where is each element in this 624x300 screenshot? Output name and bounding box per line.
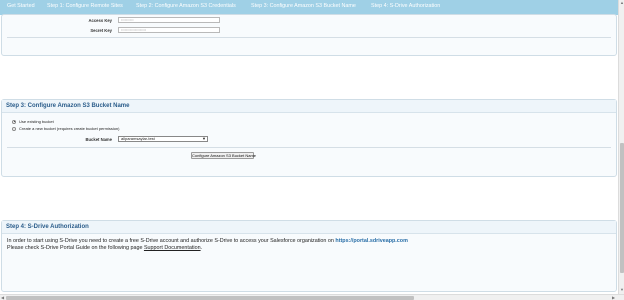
auth-instructions-line2: Please check S-Drive Portal Guide on the… <box>7 245 202 251</box>
step3-panel: Step 3: Configure Amazon S3 Bucket Name … <box>1 99 617 177</box>
use-existing-bucket-label: Use existing bucket <box>19 119 54 124</box>
secret-key-input[interactable]: •••••••••••••••••••• <box>118 27 220 33</box>
bucket-name-label: Bucket Name <box>85 137 112 142</box>
bucket-name-value: allparamsaylar-test <box>121 136 155 141</box>
scroll-up-icon[interactable]: ▲ <box>620 1 624 5</box>
create-new-bucket-label: Create a new bucket (requires create buc… <box>19 126 120 131</box>
scroll-down-icon[interactable]: ▼ <box>620 288 624 292</box>
horizontal-scrollbar[interactable]: ◀ ▶ <box>0 294 624 300</box>
step2-panel: Access Key •••••••••• Secret Key •••••••… <box>1 14 617 56</box>
scroll-left-icon[interactable]: ◀ <box>1 296 4 300</box>
tab-step-3[interactable]: Step 3: Configure Amazon S3 Bucket Name <box>251 3 356 9</box>
wizard-tab-bar: Get Started Step 1: Configure Remote Sit… <box>0 0 618 15</box>
scroll-right-icon[interactable]: ▶ <box>612 296 615 300</box>
auth-instructions-line1: In order to start using S-Drive you need… <box>7 238 408 244</box>
period-text: . <box>200 245 203 251</box>
vertical-scroll-thumb[interactable] <box>620 143 624 273</box>
use-existing-bucket-option[interactable]: Use existing bucket <box>12 119 54 124</box>
vertical-scrollbar[interactable]: ▲ ▼ <box>618 0 624 294</box>
support-documentation-link[interactable]: Support Documentation <box>144 245 201 251</box>
radio-unselected-icon[interactable] <box>12 126 16 131</box>
tab-step-1[interactable]: Step 1: Configure Remote Sites <box>47 3 123 9</box>
step3-title: Step 3: Configure Amazon S3 Bucket Name <box>6 103 130 109</box>
step4-title: Step 4: S-Drive Authorization <box>6 224 89 230</box>
access-key-input[interactable]: •••••••••• <box>118 17 220 23</box>
dropdown-arrow-icon: ▼ <box>202 136 206 141</box>
secret-key-label: Secret Key <box>90 28 112 33</box>
tab-step-4[interactable]: Step 4: S-Drive Authorization <box>371 3 440 9</box>
create-new-bucket-option[interactable]: Create a new bucket (requires create buc… <box>12 126 120 131</box>
portal-guide-text: Please check S-Drive Portal Guide on the… <box>7 245 144 251</box>
access-key-label: Access Key <box>88 18 112 23</box>
divider <box>7 37 611 38</box>
step4-panel: Step 4: S-Drive Authorization In order t… <box>1 220 617 292</box>
configure-bucket-button[interactable]: Configure Amazon S3 Bucket Name <box>191 152 256 159</box>
portal-link[interactable]: https://portal.sdriveapp.com <box>335 238 407 244</box>
horizontal-scroll-thumb[interactable] <box>6 296 414 300</box>
radio-selected-icon[interactable] <box>12 119 16 124</box>
tab-get-started[interactable]: Get Started <box>7 3 35 9</box>
step3-header: Step 3: Configure Amazon S3 Bucket Name <box>2 100 616 113</box>
step4-header: Step 4: S-Drive Authorization <box>2 221 616 234</box>
bucket-name-select[interactable]: allparamsaylar-test ▼ <box>118 136 208 142</box>
auth-instructions-text: In order to start using S-Drive you need… <box>7 238 336 244</box>
divider <box>7 147 611 148</box>
tab-step-2[interactable]: Step 2: Configure Amazon S3 Credentials <box>136 3 236 9</box>
